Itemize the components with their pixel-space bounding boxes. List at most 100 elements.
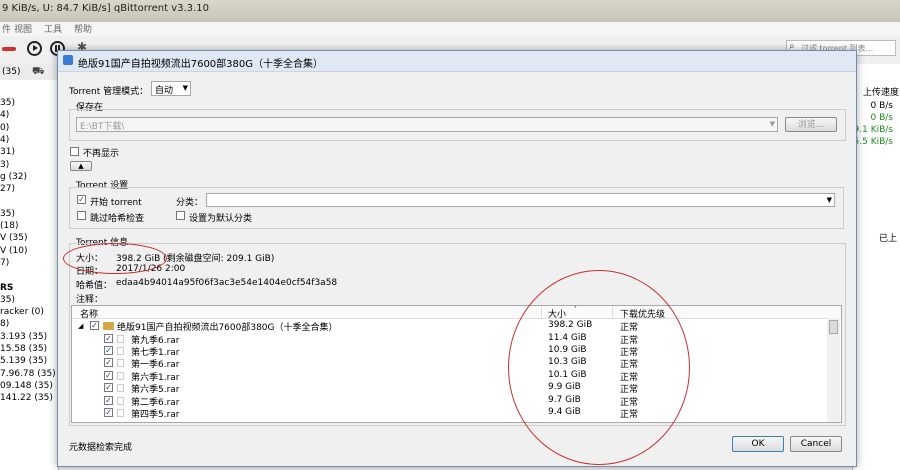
torrent-mode-select[interactable]: 自动 ▼	[151, 81, 191, 96]
save-path-value: E:\BT下载\	[80, 122, 125, 132]
sidebar-filter-item[interactable]: 8)	[0, 319, 9, 329]
table-row[interactable]: ✓ 第一季6.rar 10.3 GiB 正常	[72, 357, 828, 370]
transfer-icon[interactable]: ⛟	[32, 66, 45, 79]
file-icon	[117, 408, 124, 417]
category-combo[interactable]: ▼	[206, 193, 835, 207]
sidebar-filter-item[interactable]: (18)	[0, 221, 18, 231]
main-window-title: 9 KiB/s, U: 84.7 KiB/s] qBittorrent v3.3…	[2, 3, 209, 14]
menu-help[interactable]: 帮助	[74, 22, 92, 35]
sidebar-filter-item[interactable]: 5.139 (35)	[0, 356, 47, 366]
upload-speed-column: 上传速度 0 B/s 0 B/s 9.1 KiB/s 5.5 KiB/s 已上	[852, 64, 900, 470]
file-name: 第九季6.rar	[131, 335, 180, 346]
table-row[interactable]: ✓ 第六季5.rar 9.9 GiB 正常	[72, 382, 828, 396]
hash-value: edaa4b94014a95f06f3ac3e54e1404e0cf54f3a5…	[116, 278, 338, 288]
table-row[interactable]: ✓ 第二季6.rar 9.7 GiB 正常	[72, 395, 828, 408]
sidebar-filter-item[interactable]: 141.22 (35)	[0, 393, 53, 403]
file-checkbox[interactable]: ✓	[104, 395, 113, 405]
status-text: 元数据检索完成	[69, 443, 133, 453]
sidebar-filter-item[interactable]: 0)	[0, 123, 9, 133]
table-row[interactable]: ✓ 第四季5.rar 9.4 GiB 正常	[72, 407, 828, 420]
menu-tools[interactable]: 工具	[44, 22, 62, 35]
sidebar-filter-item[interactable]: 7)	[0, 258, 9, 268]
file-icon	[117, 346, 124, 355]
sidebar-filter-item[interactable]: 3)	[0, 160, 9, 170]
dont-show-checkbox[interactable]	[70, 147, 79, 156]
uploaded-column-header[interactable]: 已上	[879, 231, 897, 244]
ok-button[interactable]: OK	[732, 436, 784, 452]
filter-sidebar: 35) 4) 0) 4) 31) 3) g (32) 27) 35) (18) V (35) V (1…	[0, 80, 59, 470]
menu-edit[interactable]: 件	[2, 22, 11, 35]
folder-icon	[103, 322, 114, 330]
set-default-category-checkbox[interactable]	[176, 211, 185, 220]
sidebar-filter-item[interactable]: 4)	[0, 110, 9, 120]
dont-show-label: 不再显示	[83, 149, 120, 159]
chevron-down-icon: ▼	[826, 196, 832, 204]
sidebar-filter-item[interactable]: V (35)	[0, 233, 28, 243]
column-name[interactable]: 名称	[80, 307, 98, 320]
main-window-titlebar: 9 KiB/s, U: 84.7 KiB/s] qBittorrent v3.3…	[0, 0, 900, 22]
file-icon	[117, 371, 124, 380]
cancel-button[interactable]: Cancel	[790, 436, 842, 452]
sidebar-filter-item[interactable]: g (32)	[0, 172, 27, 182]
collapse-button[interactable]: ▲	[70, 161, 92, 171]
sidebar-filter-item[interactable]: V (10)	[0, 246, 28, 256]
annotation-ellipse-sizes	[508, 270, 690, 465]
sidebar-filter-item[interactable]: 31)	[0, 147, 15, 157]
chevron-down-icon: ▼	[182, 84, 188, 92]
remove-icon[interactable]	[2, 47, 16, 51]
start-torrent-checkbox[interactable]: ✓	[77, 195, 86, 204]
upload-speed-value: 0 B/s	[870, 101, 893, 111]
expand-icon[interactable]: ◢	[78, 322, 83, 330]
upload-speed-value: 5.5 KiB/s	[853, 137, 893, 147]
file-checkbox[interactable]: ✓	[104, 358, 113, 368]
sidebar-filter-item[interactable]: 3.193 (35)	[0, 332, 47, 342]
table-row[interactable]: ✓ 第六季1.rar 10.1 GiB 正常	[72, 370, 828, 383]
file-tree-table[interactable]: 名称 大小 下载优先级 ▾ ◢ ✓ 绝版91国产自拍视频流出7600部380G（十季…	[71, 305, 842, 423]
file-checkbox[interactable]: ✓	[104, 333, 113, 343]
file-icon	[117, 334, 124, 343]
file-checkbox[interactable]: ✓	[104, 407, 113, 417]
file-name: 第四季5.rar	[131, 409, 180, 420]
file-checkbox[interactable]: ✓	[104, 370, 113, 380]
sidebar-filter-item[interactable]: 35)	[0, 98, 15, 108]
chevron-down-icon: ▼	[769, 120, 775, 128]
upload-speed-value: 9.1 KiB/s	[853, 125, 893, 135]
upload-speed-header[interactable]: 上传速度	[863, 85, 899, 98]
sidebar-filter-item[interactable]: 15.58 (35)	[0, 344, 47, 354]
sidebar-filter-item[interactable]: racker (0)	[0, 307, 44, 317]
comment-label: 注释：	[76, 295, 104, 305]
chevron-up-icon: ▲	[78, 162, 84, 170]
menu-view[interactable]: 视图	[14, 22, 32, 35]
torrent-mode-value: 自动	[155, 86, 174, 96]
file-checkbox[interactable]: ✓	[90, 321, 99, 330]
file-checkbox[interactable]: ✓	[104, 345, 113, 355]
sidebar-filter-item[interactable]: 09.148 (35)	[0, 381, 53, 391]
sidebar-filter-item[interactable]: 27)	[0, 184, 15, 194]
sidebar-tab-bar: (35) ⛟	[0, 64, 58, 81]
browse-button[interactable]: 浏览...	[785, 117, 837, 132]
file-name: 第六季5.rar	[131, 385, 180, 396]
start-torrent-label: 开始 torrent	[90, 198, 142, 208]
file-name: 绝版91国产自拍视频流出7600部380G（十季全合集）	[117, 323, 338, 333]
sidebar-filter-item[interactable]: 35)	[0, 209, 15, 219]
table-row[interactable]: ✓ 第九季6.rar 11.4 GiB 正常	[72, 333, 828, 346]
file-name: 第七季1.rar	[131, 347, 180, 358]
file-icon	[117, 384, 124, 393]
dialog-title: 绝版91国产自拍视频流出7600部380G（十季全合集）	[78, 59, 324, 70]
torrent-mode-label: Torrent 管理模式：	[69, 87, 149, 97]
sidebar-filter-item[interactable]: 35)	[0, 295, 15, 305]
upload-speed-value: 0 B/s	[870, 113, 893, 123]
file-checkbox[interactable]: ✓	[104, 383, 113, 393]
sidebar-tab-count[interactable]: (35)	[2, 67, 20, 77]
skip-hash-checkbox[interactable]	[77, 211, 86, 220]
table-row[interactable]: ✓ 第七季1.rar 10.9 GiB 正常	[72, 345, 828, 358]
scrollbar-thumb[interactable]	[829, 320, 838, 334]
dialog-titlebar: 绝版91国产自拍视频流出7600部380G（十季全合集）	[58, 51, 856, 72]
sidebar-filter-item[interactable]: 4)	[0, 135, 9, 145]
sidebar-filter-item[interactable]: RS	[0, 283, 13, 293]
tree-root-row[interactable]: ◢ ✓ 绝版91国产自拍视频流出7600部380G（十季全合集） 398.2 GiB 正…	[72, 320, 828, 333]
hash-label: 哈希值：	[76, 281, 113, 291]
resume-icon[interactable]	[27, 41, 42, 56]
save-path-combo[interactable]: E:\BT下载\ ▼	[76, 117, 778, 132]
sidebar-filter-item[interactable]: 7.96.78 (35)	[0, 369, 56, 379]
